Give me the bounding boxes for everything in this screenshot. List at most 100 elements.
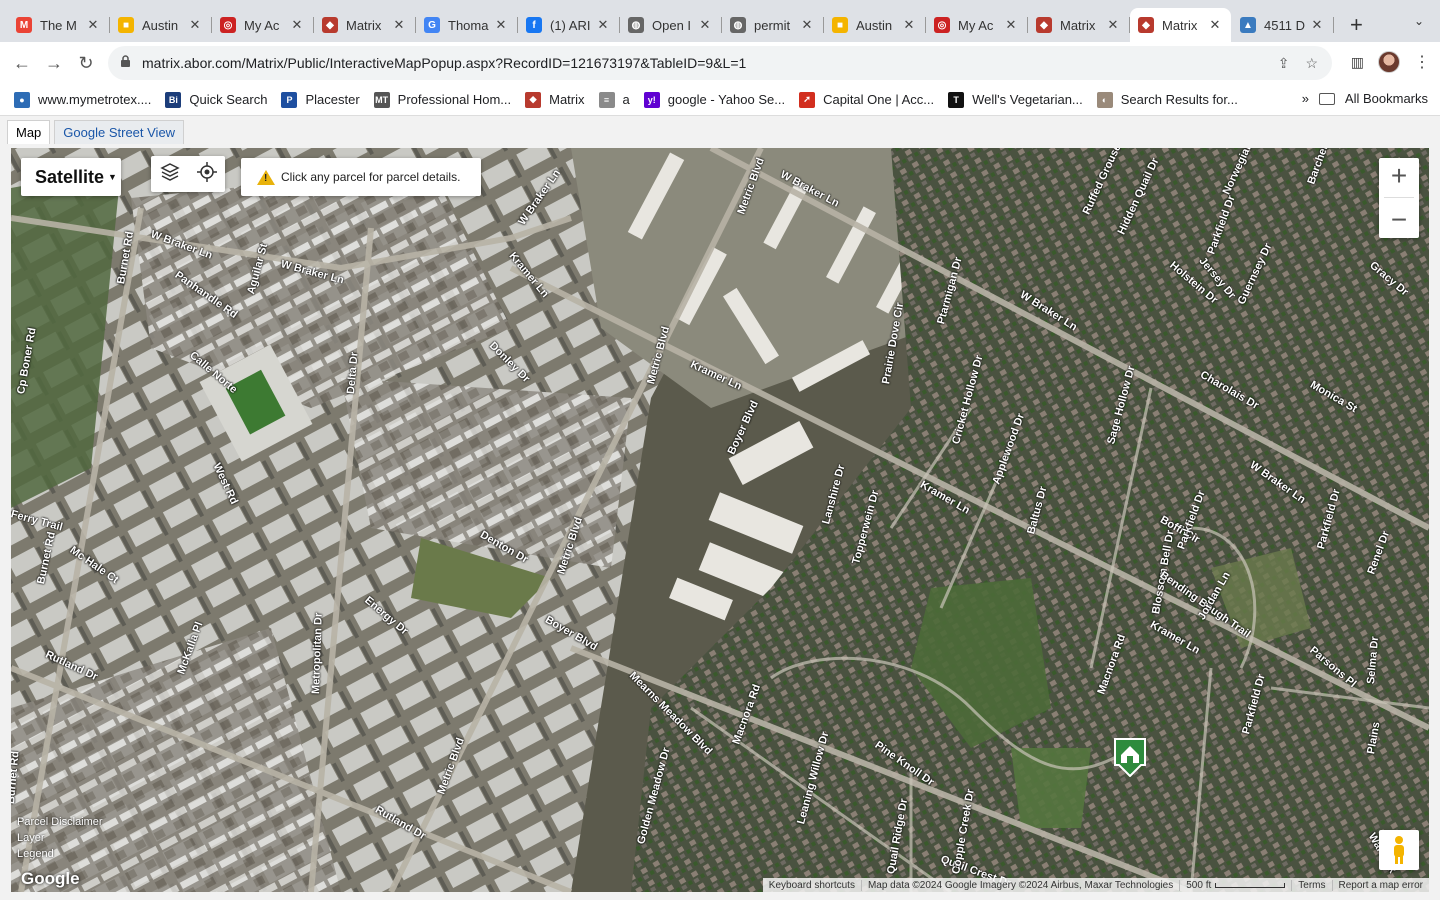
browser-tab[interactable]: M The M ✕: [8, 8, 110, 42]
bookmark-label: a: [622, 92, 630, 107]
bookmark-item[interactable]: Bi Quick Search: [165, 91, 267, 108]
close-tab-icon[interactable]: ✕: [391, 17, 407, 33]
browser-tab[interactable]: ▲ 4511 D ✕: [1232, 8, 1334, 42]
tab-title: permit: [754, 17, 791, 33]
close-tab-icon[interactable]: ✕: [187, 17, 203, 33]
close-tab-icon[interactable]: ✕: [901, 17, 917, 33]
bookmark-item[interactable]: ◆ Matrix: [525, 91, 585, 108]
scale-label: 500 ft: [1186, 879, 1212, 891]
tab-separator: [1333, 17, 1334, 33]
map-attribution: Map data ©2024 Google Imagery ©2024 Airb…: [860, 879, 1179, 891]
map-type-selector[interactable]: Satellite ▼: [21, 158, 121, 196]
target-icon: ◎: [934, 17, 950, 33]
browser-menu-icon[interactable]: ⋮: [1414, 52, 1430, 72]
zoom-out-button[interactable]: −: [1391, 206, 1407, 234]
tab-google-street-view[interactable]: Google Street View: [54, 120, 185, 144]
quicksearch-icon: Bi: [165, 91, 182, 108]
address-bar[interactable]: matrix.abor.com/Matrix/Public/Interactiv…: [108, 46, 1332, 80]
browser-tab[interactable]: ■ Austin ✕: [824, 8, 926, 42]
browser-tab[interactable]: f (1) ARI ✕: [518, 8, 620, 42]
browser-tab[interactable]: ◎ My Ac ✕: [926, 8, 1028, 42]
yahoo-icon: y!: [643, 91, 660, 108]
bookmark-item[interactable]: P Placester: [281, 91, 360, 108]
metrotex-icon: ●: [14, 91, 30, 108]
globe-icon: ◍: [628, 17, 644, 33]
scale-indicator[interactable]: 500 ft: [1179, 879, 1291, 891]
map-link[interactable]: Layer: [17, 830, 103, 846]
bookmark-label: Professional Hom...: [397, 92, 512, 107]
nyt-icon: T: [948, 91, 965, 108]
tab-title: Thoma: [448, 17, 489, 33]
zoom-in-button[interactable]: +: [1391, 161, 1407, 190]
tab-title: My Ac: [958, 17, 994, 33]
bookmarks-bar: ● www.mymetrotex.... Bi Quick Search P Places…: [0, 84, 1440, 116]
bookmark-item[interactable]: y! google - Yahoo Se...: [643, 91, 786, 108]
browser-tab[interactable]: ◍ Open I ✕: [620, 8, 722, 42]
keyboard-shortcuts-link[interactable]: Keyboard shortcuts: [763, 880, 861, 891]
map-link[interactable]: Parcel Disclaimer: [17, 814, 103, 830]
street-view-pegman[interactable]: [1379, 830, 1419, 870]
map-type-label: Satellite: [35, 166, 105, 187]
layers-icon[interactable]: [159, 162, 180, 187]
bookmark-item[interactable]: ◐ Search Results for...: [1096, 91, 1238, 108]
tab-title: Matrix: [1162, 17, 1198, 33]
bookmark-item[interactable]: T Well's Vegetarian...: [948, 91, 1083, 108]
matrix-icon: ◆: [322, 17, 338, 33]
terms-link[interactable]: Terms: [1291, 879, 1331, 891]
bookmark-label: Well's Vegetarian...: [972, 92, 1083, 107]
bookmark-item[interactable]: ≡ a: [598, 91, 630, 108]
layer-controls: [151, 156, 225, 192]
side-panel-icon[interactable]: ▥: [1351, 54, 1364, 71]
back-icon[interactable]: ←: [6, 53, 38, 74]
close-tab-icon[interactable]: ✕: [1309, 17, 1325, 33]
close-tab-icon[interactable]: ✕: [85, 17, 101, 33]
report-map-error-link[interactable]: Report a map error: [1331, 879, 1429, 891]
satellite-map[interactable]: W Braker Ln W Braker Ln W Braker Ln W Brake…: [11, 148, 1429, 892]
browser-tab[interactable]: ◆ Matrix ✕: [314, 8, 416, 42]
close-tab-icon[interactable]: ✕: [493, 17, 509, 33]
bookmark-item[interactable]: MT Professional Hom...: [373, 91, 512, 108]
close-tab-icon[interactable]: ✕: [1105, 17, 1121, 33]
tab-search-icon[interactable]: ⌄: [1414, 14, 1424, 28]
placester-icon: P: [281, 91, 298, 108]
close-tab-icon[interactable]: ✕: [1207, 17, 1223, 33]
bookmark-label: google - Yahoo Se...: [667, 92, 786, 107]
close-tab-icon[interactable]: ✕: [697, 17, 713, 33]
profile-avatar[interactable]: [1378, 51, 1400, 73]
matrix-icon: ◆: [1138, 17, 1154, 33]
tab-title: (1) ARI: [550, 17, 591, 33]
bookmark-star-icon[interactable]: ☆: [1305, 55, 1318, 72]
bookmark-item[interactable]: ➚ Capital One | Acc...: [799, 91, 934, 108]
browser-tab[interactable]: ■ Austin ✕: [110, 8, 212, 42]
close-tab-icon[interactable]: ✕: [1003, 17, 1019, 33]
site-info-icon[interactable]: [120, 55, 142, 71]
doc-icon: ≡: [598, 91, 615, 108]
forward-icon[interactable]: →: [38, 53, 70, 74]
close-tab-icon[interactable]: ✕: [799, 17, 815, 33]
browser-tab[interactable]: G Thoma ✕: [416, 8, 518, 42]
reload-icon[interactable]: ↻: [70, 53, 102, 74]
close-tab-icon[interactable]: ✕: [595, 17, 611, 33]
bookmark-label: Matrix: [549, 92, 585, 107]
bookmark-item[interactable]: ● www.mymetrotex....: [14, 91, 151, 108]
zoom-divider: [1384, 197, 1414, 199]
tab-title: My Ac: [244, 17, 280, 33]
property-marker-icon[interactable]: [1113, 737, 1147, 778]
caret-down-icon: ▼: [108, 172, 117, 182]
satellite-imagery: [11, 148, 1429, 892]
tab-title: Austin: [142, 17, 179, 33]
share-icon[interactable]: ⇪: [1278, 55, 1290, 72]
tab-map[interactable]: Map: [7, 120, 51, 144]
close-tab-icon[interactable]: ✕: [289, 17, 305, 33]
all-bookmarks-button[interactable]: All Bookmarks: [1345, 91, 1428, 106]
capitalone-icon: ➚: [799, 91, 816, 108]
browser-tab[interactable]: ◆ Matrix ✕: [1028, 8, 1130, 42]
new-tab-button[interactable]: +: [1334, 8, 1379, 42]
browser-tab[interactable]: ◎ My Ac ✕: [212, 8, 314, 42]
browser-tab[interactable]: ◆ Matrix ✕: [1130, 8, 1231, 42]
bookmarks-overflow-button[interactable]: »: [1302, 91, 1309, 106]
browser-tab[interactable]: ◍ permit ✕: [722, 8, 824, 42]
map-link[interactable]: Legend: [17, 846, 103, 862]
locate-me-icon[interactable]: [196, 161, 217, 187]
warning-icon: [257, 169, 275, 185]
